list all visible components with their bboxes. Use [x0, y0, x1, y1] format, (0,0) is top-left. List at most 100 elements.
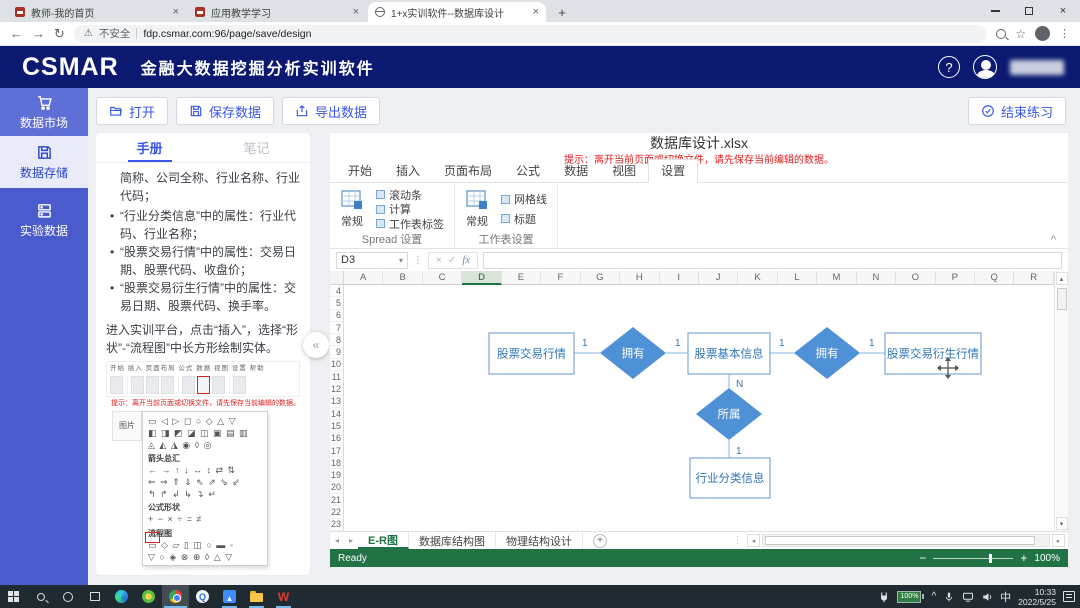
- q-browser-button[interactable]: Q: [189, 585, 216, 608]
- column-header[interactable]: A: [344, 271, 383, 285]
- task-view-button[interactable]: [81, 585, 108, 608]
- column-header[interactable]: O: [896, 271, 935, 285]
- er-entity-industry-class-info[interactable]: 行业分类信息: [690, 458, 770, 498]
- vertical-scrollbar[interactable]: ▴ ▾: [1054, 271, 1068, 531]
- ribbon-tab[interactable]: 页面布局: [432, 160, 504, 182]
- clock[interactable]: 10:332022/5/25: [1018, 587, 1056, 607]
- er-entity-stock-trade-quote[interactable]: 股票交易行情: [489, 333, 574, 374]
- row-header[interactable]: 18: [330, 457, 344, 469]
- ribbon-check-item[interactable]: 网格线: [501, 192, 547, 206]
- column-header[interactable]: E: [502, 271, 541, 285]
- er-relation-own-1[interactable]: 拥有: [600, 327, 666, 379]
- horizontal-scrollbar[interactable]: ⋮ ◂ ▸: [733, 534, 1068, 547]
- chrome-button[interactable]: [162, 585, 189, 608]
- confirm-formula-icon[interactable]: ✓: [448, 255, 456, 266]
- close-button[interactable]: ×: [1046, 0, 1080, 22]
- scrollbar-thumb[interactable]: [765, 536, 1035, 545]
- bookmark-star-icon[interactable]: ☆: [1015, 27, 1026, 41]
- er-relation-own-2[interactable]: 拥有: [794, 327, 860, 379]
- network-icon[interactable]: [962, 591, 974, 603]
- forward-icon[interactable]: →: [32, 26, 45, 41]
- sidebar-item-experiment-data[interactable]: 实验数据: [0, 194, 88, 246]
- sidebar-item-data-storage[interactable]: 数据存储: [0, 136, 88, 188]
- er-entity-stock-derived-quote[interactable]: 股票交易衍生行情: [885, 333, 981, 374]
- row-header[interactable]: 22: [330, 506, 344, 518]
- row-header[interactable]: 6: [330, 310, 344, 322]
- sheet-tab[interactable]: 物理结构设计: [496, 532, 583, 549]
- save-data-button[interactable]: 保存数据: [176, 97, 274, 125]
- browser-tab[interactable]: 教师-我的首页 ×: [8, 2, 186, 22]
- column-header[interactable]: H: [620, 271, 659, 285]
- battery-indicator[interactable]: 100%: [897, 591, 924, 603]
- scroll-down-icon[interactable]: ▾: [1056, 517, 1068, 530]
- zoom-slider-thumb[interactable]: [989, 554, 992, 563]
- row-header[interactable]: 10: [330, 359, 344, 371]
- action-center-icon[interactable]: [1063, 591, 1075, 602]
- tab-close-icon[interactable]: ×: [533, 6, 539, 18]
- scrollbar-track[interactable]: [762, 534, 1050, 547]
- ribbon-collapse-icon[interactable]: ^: [1051, 234, 1056, 246]
- ribbon-check-item[interactable]: 标题: [501, 212, 547, 226]
- maximize-button[interactable]: [1012, 0, 1046, 22]
- er-relation-belong[interactable]: 所属: [696, 388, 762, 440]
- zoom-out-icon[interactable]: −: [919, 551, 926, 565]
- row-header[interactable]: 4: [330, 285, 344, 297]
- column-header[interactable]: M: [817, 271, 856, 285]
- column-header[interactable]: I: [660, 271, 699, 285]
- ribbon-check-item[interactable]: 滚动条: [376, 188, 444, 202]
- general-settings-button[interactable]: 常规: [340, 187, 364, 231]
- hidden-icons-chevron[interactable]: ^: [931, 591, 936, 602]
- collapse-panel-button[interactable]: «: [303, 332, 329, 358]
- reload-icon[interactable]: ↻: [54, 26, 65, 42]
- ribbon-tab[interactable]: 插入: [384, 160, 432, 182]
- help-icon[interactable]: ?: [938, 56, 960, 78]
- sidebar-item-data-market[interactable]: 数据市场: [0, 88, 88, 136]
- scroll-left-icon[interactable]: ◂: [747, 534, 760, 547]
- ribbon-tab[interactable]: 开始: [336, 160, 384, 182]
- column-header[interactable]: J: [699, 271, 738, 285]
- new-tab-button[interactable]: +: [552, 2, 572, 22]
- formula-input[interactable]: [483, 252, 1062, 269]
- ribbon-check-item[interactable]: 工作表标签: [376, 217, 444, 231]
- ribbon-check-item[interactable]: 计算: [376, 202, 444, 216]
- fx-icon[interactable]: fx: [462, 254, 470, 266]
- column-header[interactable]: N: [857, 271, 896, 285]
- column-header[interactable]: B: [383, 271, 422, 285]
- row-header[interactable]: 19: [330, 469, 344, 481]
- column-header[interactable]: F: [541, 271, 580, 285]
- row-header[interactable]: 13: [330, 396, 344, 408]
- cortana-button[interactable]: [54, 585, 81, 608]
- ribbon-tab[interactable]: 公式: [504, 160, 552, 182]
- row-header[interactable]: 7: [330, 322, 344, 334]
- url-bar[interactable]: ⚠ 不安全 fdp.csmar.com:96/page/save/design: [74, 25, 987, 43]
- general-settings-button[interactable]: 常规: [465, 187, 489, 231]
- row-header[interactable]: 14: [330, 408, 344, 420]
- edge-button[interactable]: [108, 585, 135, 608]
- row-header[interactable]: 16: [330, 433, 344, 445]
- row-header[interactable]: 8: [330, 334, 344, 346]
- row-header[interactable]: 12: [330, 383, 344, 395]
- browser-360-button[interactable]: [135, 585, 162, 608]
- column-header[interactable]: P: [936, 271, 975, 285]
- sheet-nav-right-icon[interactable]: ▸: [344, 536, 358, 545]
- manual-content[interactable]: 简称、公司全称、行业名称、行业代码； “行业分类信息”中的属性：行业代码、行业名…: [96, 163, 310, 575]
- row-header[interactable]: 15: [330, 420, 344, 432]
- microphone-icon[interactable]: [943, 591, 955, 603]
- export-data-button[interactable]: 导出数据: [282, 97, 380, 125]
- row-header[interactable]: 20: [330, 482, 344, 494]
- speaker-icon[interactable]: [981, 591, 993, 603]
- column-header[interactable]: D: [462, 271, 501, 285]
- sheet-canvas[interactable]: 1111N1股票交易行情股票基本信息股票交易衍生行情行业分类信息拥有拥有所属: [344, 285, 1054, 531]
- column-header[interactable]: L: [778, 271, 817, 285]
- zoom-slider[interactable]: [933, 558, 1013, 559]
- scroll-up-icon[interactable]: ▴: [1056, 272, 1068, 285]
- ime-indicator[interactable]: 中: [1000, 589, 1011, 605]
- ribbon-tab[interactable]: 设置: [648, 159, 698, 183]
- user-avatar[interactable]: [973, 55, 997, 79]
- browser-tab[interactable]: 应用教学学习 ×: [188, 2, 366, 22]
- er-diagram-canvas[interactable]: 1111N1股票交易行情股票基本信息股票交易衍生行情行业分类信息拥有拥有所属: [344, 285, 1054, 531]
- start-button[interactable]: [0, 585, 27, 608]
- browser-tab[interactable]: 1+x实训软件--数据库设计 ×: [368, 2, 546, 22]
- er-entity-stock-basic-info[interactable]: 股票基本信息: [688, 333, 770, 374]
- docs-app-button[interactable]: ▲: [216, 585, 243, 608]
